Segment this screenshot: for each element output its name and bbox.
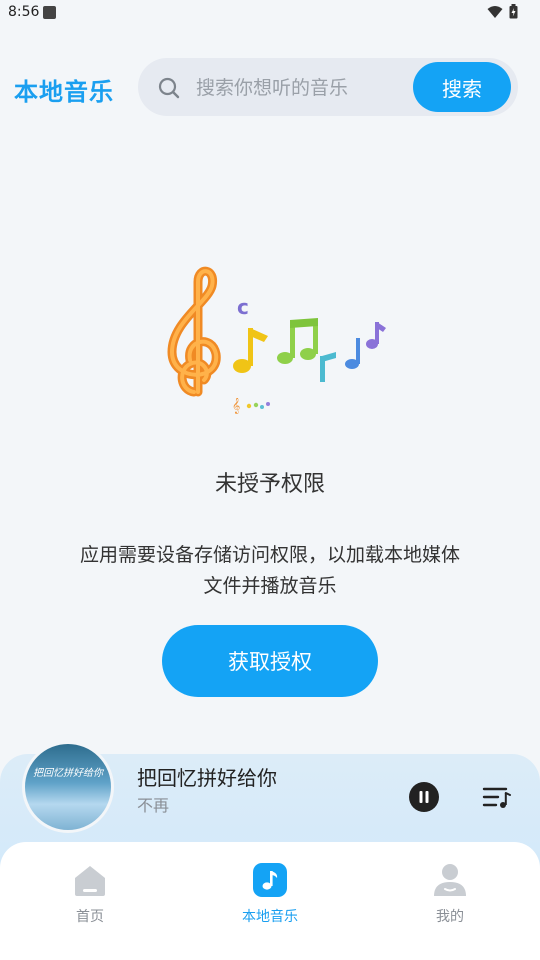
status-time: 8:56 (8, 4, 40, 20)
album-art-text: 把回忆拼好给你 (33, 768, 103, 779)
tab-local-music-label: 本地音乐 (242, 909, 298, 925)
green-note-icon (277, 318, 318, 364)
pause-icon (419, 791, 429, 803)
tab-profile-label: 我的 (436, 909, 464, 925)
search-button[interactable]: 搜索 (413, 62, 511, 112)
small-notes-icon: 𝄞 (232, 398, 270, 414)
music-note-icon (253, 863, 287, 897)
notification-icon (43, 6, 56, 19)
page-title: 本地音乐 (14, 78, 114, 106)
tab-home-label: 首页 (76, 909, 104, 925)
status-icons (487, 4, 518, 19)
blue-note-icon (345, 338, 360, 369)
song-artist: 不再 (137, 796, 170, 815)
svg-text:𝄞: 𝄞 (232, 398, 240, 414)
status-bar: 8:56 (0, 0, 540, 26)
svg-text:c: c (237, 295, 249, 319)
tab-local-music[interactable]: 本地音乐 (210, 862, 330, 926)
album-art[interactable]: 把回忆拼好给你 (22, 741, 114, 833)
search-icon (158, 77, 180, 99)
battery-icon (509, 4, 518, 19)
search-input[interactable] (194, 68, 408, 108)
grant-permission-button[interactable]: 获取授权 (162, 625, 378, 697)
profile-icon (434, 864, 466, 896)
wifi-icon (487, 5, 503, 18)
playlist-icon (482, 787, 511, 808)
music-notes-illustration: c 𝄞 (167, 266, 386, 414)
purple-note-icon (366, 322, 386, 349)
permission-description: 应用需要设备存储访问权限，以加载本地媒体文件并播放音乐 (80, 544, 461, 597)
song-title: 把回忆拼好给你 (137, 766, 277, 790)
teal-note-icon (320, 352, 336, 382)
playlist-button[interactable] (482, 784, 512, 812)
permission-title: 未授予权限 (214, 472, 325, 497)
yellow-note-icon (233, 328, 268, 373)
bottom-tab-bar: 首页 本地音乐 我的 (0, 842, 540, 960)
tab-home[interactable]: 首页 (30, 862, 150, 926)
pause-button[interactable] (409, 782, 439, 812)
tab-profile[interactable]: 我的 (390, 862, 510, 926)
home-icon (75, 866, 105, 896)
search-bar: 搜索 (138, 58, 518, 116)
treble-clef-icon (167, 266, 221, 397)
